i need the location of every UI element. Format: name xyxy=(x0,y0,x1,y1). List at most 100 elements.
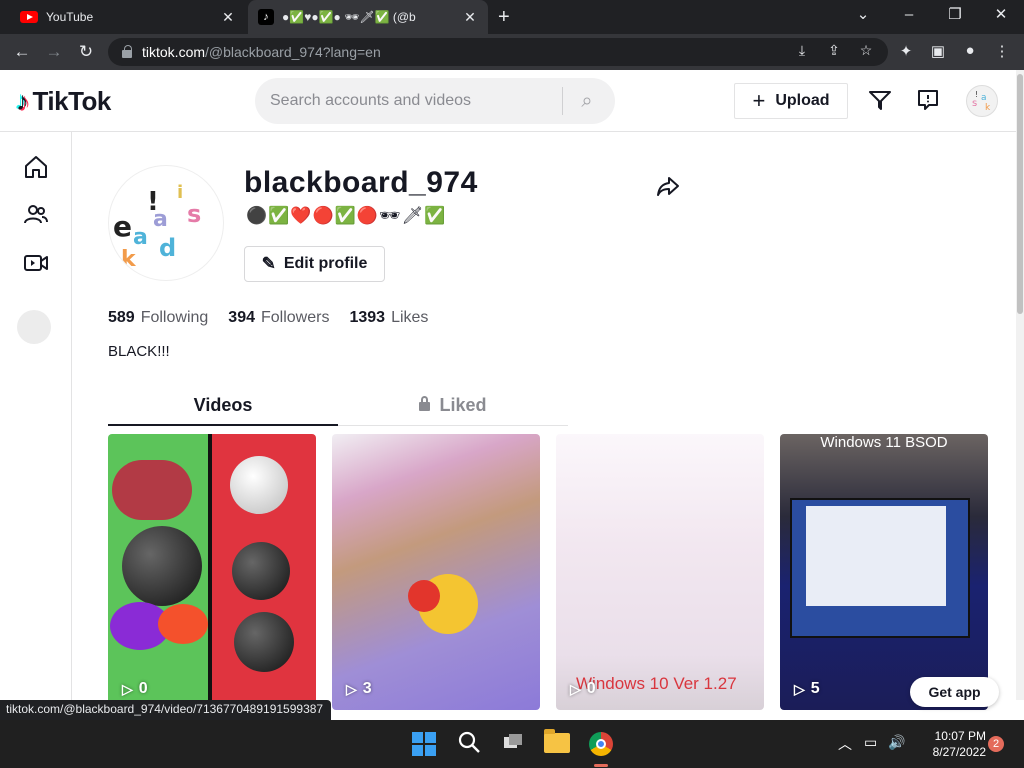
svg-text:a: a xyxy=(153,207,168,232)
task-view-icon[interactable] xyxy=(499,730,527,758)
share-icon[interactable] xyxy=(654,174,682,202)
video-thumbnail-art xyxy=(158,604,208,644)
tab-tiktok[interactable]: ♪ ●✅♥●✅● 🕶🗡✅ (@b ✕ xyxy=(248,0,488,34)
profile-icon[interactable]: ● xyxy=(960,42,980,62)
tab-videos[interactable]: Videos xyxy=(108,390,338,426)
play-icon: ▷ xyxy=(794,680,805,697)
chrome-icon[interactable] xyxy=(589,732,613,756)
bookmark-star-icon[interactable]: ☆ xyxy=(856,42,876,62)
lock-icon[interactable] xyxy=(122,45,132,58)
svg-text:s: s xyxy=(972,98,977,109)
file-explorer-icon[interactable] xyxy=(544,729,570,753)
active-app-indicator xyxy=(594,764,608,767)
svg-text:k: k xyxy=(121,247,137,272)
page-scrollbar[interactable] xyxy=(1016,70,1024,700)
install-icon[interactable]: ⤓ xyxy=(792,42,812,62)
status-bar-url: tiktok.com/@blackboard_974/video/7136770… xyxy=(0,700,332,720)
avatar[interactable]: s a k! xyxy=(966,85,998,117)
reload-icon[interactable]: ↻ xyxy=(74,40,98,64)
notification-badge[interactable]: 2 xyxy=(988,736,1004,752)
browser-tab-strip: YouTube ✕ ♪ ●✅♥●✅● 🕶🗡✅ (@b ✕ + ⌄ – ❐ ✕ xyxy=(0,0,1024,34)
share-page-icon[interactable]: ⇪ xyxy=(824,42,844,62)
video-views: ▷ 0 xyxy=(570,680,596,697)
plus-icon: + xyxy=(752,88,766,113)
video-thumbnail-art xyxy=(112,460,192,520)
video-thumbnail-art xyxy=(408,574,478,634)
edit-profile-button[interactable]: ✎ Edit profile xyxy=(244,246,385,282)
new-tab-button[interactable]: + xyxy=(498,6,510,29)
scrollbar-thumb[interactable] xyxy=(1017,74,1023,314)
video-card[interactable]: Windows 11 BSOD ▷ 5 xyxy=(780,434,988,710)
video-card[interactable]: ▷ 3 xyxy=(332,434,540,710)
svg-text:!: ! xyxy=(975,90,978,99)
profile-username: blackboard_974 xyxy=(244,166,478,199)
svg-text:a: a xyxy=(981,93,987,103)
extensions-icon[interactable]: ✦ xyxy=(896,42,916,62)
url-host: tiktok.com xyxy=(142,44,206,60)
stat-followers[interactable]: 394 Followers xyxy=(228,309,329,327)
tiktok-icon: ♪ xyxy=(258,9,274,25)
home-icon[interactable] xyxy=(22,154,50,182)
tiktok-logo[interactable]: ♪ TikTok xyxy=(16,86,111,117)
following-icon[interactable] xyxy=(22,202,50,230)
tiktok-note-icon: ♪ xyxy=(16,86,29,116)
system-clock[interactable]: 10:07 PM 8/27/2022 xyxy=(914,728,986,760)
get-app-button[interactable]: Get app xyxy=(910,677,999,707)
messages-icon[interactable] xyxy=(867,88,893,114)
address-bar[interactable]: tiktok.com/@blackboard_974?lang=en xyxy=(108,38,888,66)
menu-icon[interactable]: ⋮ xyxy=(992,42,1012,62)
search-icon[interactable]: ⌕ xyxy=(563,90,611,113)
profile-nickname: ⚫✅❤️🔴✅🔴🕶🗡✅ xyxy=(246,206,447,225)
close-icon[interactable]: ✕ xyxy=(220,9,236,26)
minimize-button[interactable]: – xyxy=(886,0,932,34)
svg-text:d: d xyxy=(159,234,176,262)
search-icon[interactable] xyxy=(455,730,483,758)
inbox-icon[interactable] xyxy=(915,88,941,114)
left-sidebar xyxy=(0,132,72,700)
chevron-up-icon[interactable]: ︿ xyxy=(838,734,852,754)
forward-icon[interactable]: → xyxy=(42,40,66,64)
upload-button[interactable]: + Upload xyxy=(734,83,848,119)
tiktok-header: ♪ TikTok ⌕ + Upload sak! xyxy=(0,70,1016,132)
video-card[interactable]: ▷ 0 xyxy=(108,434,316,710)
tab-youtube[interactable]: YouTube ✕ xyxy=(10,0,246,34)
sidebar-placeholder xyxy=(17,310,51,344)
tab-title: YouTube xyxy=(46,10,94,24)
tab-search-icon[interactable]: ⌄ xyxy=(840,0,886,34)
play-icon: ▷ xyxy=(122,680,133,697)
back-icon[interactable]: ← xyxy=(10,40,34,64)
profile-tabs: Videos Liked xyxy=(108,390,568,426)
video-caption: Windows 11 BSOD xyxy=(820,434,948,451)
volume-icon[interactable]: 🔊 xyxy=(888,734,905,751)
close-window-button[interactable]: ✕ xyxy=(978,0,1024,34)
live-icon[interactable] xyxy=(22,250,50,278)
clock-time: 10:07 PM xyxy=(934,729,986,743)
video-thumbnail-art xyxy=(806,506,946,606)
brand-name: TikTok xyxy=(32,86,112,116)
tab-title: ●✅♥●✅● 🕶🗡✅ (@b xyxy=(282,10,416,24)
network-icon[interactable]: ▭ xyxy=(864,734,877,751)
svg-text:i: i xyxy=(177,182,183,203)
start-icon[interactable] xyxy=(412,732,436,756)
search-bar: ⌕ xyxy=(255,78,615,124)
edit-profile-label: Edit profile xyxy=(283,255,368,272)
restore-button[interactable]: ❐ xyxy=(932,0,978,34)
video-views: ▷ 3 xyxy=(346,680,372,697)
video-thumbnail-art xyxy=(230,456,288,514)
profile-bio: BLACK!!! xyxy=(108,343,170,360)
url-path: /@blackboard_974?lang=en xyxy=(205,44,381,60)
video-thumbnail-art xyxy=(234,612,294,672)
stat-likes: 1393 Likes xyxy=(349,309,429,326)
search-input[interactable] xyxy=(270,92,560,110)
video-thumbnail-art xyxy=(232,542,290,600)
tab-liked[interactable]: Liked xyxy=(338,390,568,426)
stat-following[interactable]: 589 Following xyxy=(108,309,208,327)
profile-avatar[interactable]: e ! a s a d k i xyxy=(108,165,224,281)
side-panel-icon[interactable]: ▣ xyxy=(928,42,948,62)
close-icon[interactable]: ✕ xyxy=(462,9,478,26)
profile-stats: 589 Following 394 Followers 1393 Likes xyxy=(108,309,428,327)
youtube-icon xyxy=(20,11,38,23)
video-card[interactable]: Windows 10 Ver 1.27 ▷ 0 xyxy=(556,434,764,710)
clock-date: 8/27/2022 xyxy=(932,745,986,759)
play-icon: ▷ xyxy=(346,680,357,697)
